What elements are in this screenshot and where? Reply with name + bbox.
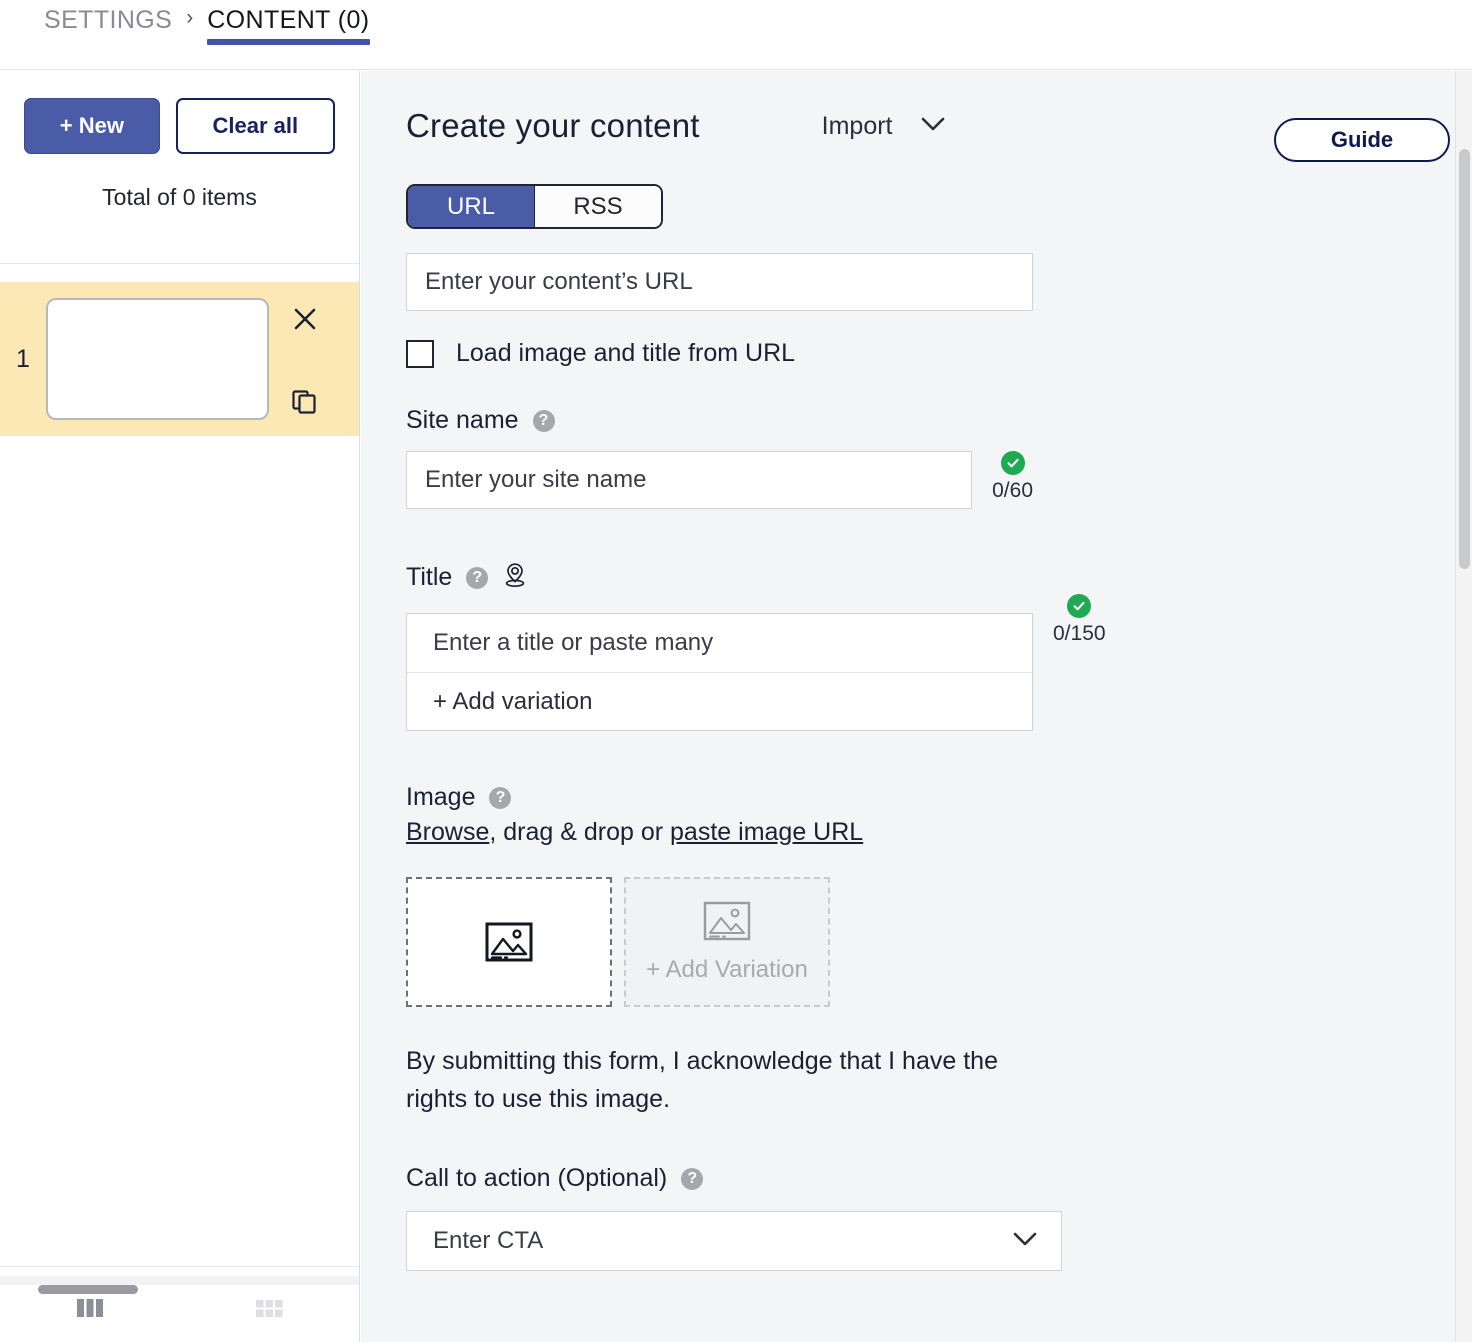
site-name-counter-text: 0/60 bbox=[992, 479, 1033, 503]
load-from-url-row: Load image and title from URL bbox=[406, 339, 1472, 368]
paste-image-url-link[interactable]: paste image URL bbox=[670, 818, 863, 846]
source-type-tabs: URL RSS bbox=[406, 184, 663, 229]
image-add-variation-label: + Add Variation bbox=[646, 956, 808, 984]
title-label: Title bbox=[406, 563, 452, 592]
list-item[interactable]: 1 bbox=[0, 282, 359, 436]
sidebar-header: + New Clear all Total of 0 items bbox=[0, 71, 359, 264]
chevron-down-icon bbox=[919, 115, 947, 138]
sidebar-footer bbox=[0, 1266, 359, 1342]
title-counter-text: 0/150 bbox=[1053, 622, 1106, 646]
cta-label: Call to action (Optional) bbox=[406, 1164, 667, 1193]
title-add-variation-button[interactable]: + Add variation bbox=[407, 672, 1032, 730]
image-dropzone[interactable] bbox=[406, 877, 612, 1007]
content-item-list: 1 bbox=[0, 264, 359, 436]
content-editor-panel: Create your content Import Guide URL RSS… bbox=[361, 71, 1472, 1342]
image-label: Image bbox=[406, 783, 475, 812]
valid-check-icon bbox=[1067, 594, 1091, 618]
title-field-row: Enter a title or paste many + Add variat… bbox=[406, 594, 1472, 731]
total-items-label: Total of 0 items bbox=[24, 184, 335, 211]
sidebar-item-grid-view[interactable] bbox=[180, 1293, 360, 1323]
browse-link[interactable]: Browse bbox=[406, 818, 489, 846]
main-vertical-scrollbar[interactable] bbox=[1455, 71, 1472, 1342]
cta-section: Call to action (Optional) ? Enter CTA bbox=[406, 1164, 1472, 1271]
title-section: Title ? Enter a title or paste many + Ad… bbox=[406, 561, 1472, 731]
location-pin-icon[interactable] bbox=[502, 561, 528, 594]
help-icon[interactable]: ? bbox=[466, 567, 488, 589]
chevron-down-icon bbox=[1011, 1227, 1039, 1255]
breadcrumb-content[interactable]: CONTENT (0) bbox=[207, 6, 369, 45]
sidebar-actions: + New Clear all bbox=[24, 98, 335, 154]
title-label-row: Title ? bbox=[406, 561, 1472, 594]
help-icon[interactable]: ? bbox=[533, 410, 555, 432]
list-item-thumbnail[interactable] bbox=[46, 298, 269, 420]
breadcrumb-separator-icon: › bbox=[186, 6, 193, 40]
sidebar-horizontal-scrollbar[interactable] bbox=[0, 1276, 359, 1285]
tab-url[interactable]: URL bbox=[408, 186, 534, 227]
load-from-url-label: Load image and title from URL bbox=[456, 339, 795, 368]
title-counter: 0/150 bbox=[1053, 594, 1106, 646]
clear-all-button[interactable]: Clear all bbox=[176, 98, 335, 154]
image-placeholder-icon bbox=[702, 900, 752, 942]
tab-rss[interactable]: RSS bbox=[535, 186, 661, 227]
list-item-actions bbox=[269, 298, 341, 420]
breadcrumb-bar: SETTINGS › CONTENT (0) bbox=[0, 0, 1472, 70]
breadcrumb-settings[interactable]: SETTINGS bbox=[44, 6, 172, 45]
cta-label-row: Call to action (Optional) ? bbox=[406, 1164, 1472, 1193]
image-label-row: Image ? bbox=[406, 783, 1472, 812]
grid-view-icon bbox=[252, 1293, 286, 1323]
site-name-section: Site name ? Enter your site name 0/60 bbox=[406, 406, 1472, 509]
load-from-url-checkbox[interactable] bbox=[406, 340, 434, 368]
site-name-counter: 0/60 bbox=[992, 451, 1033, 503]
help-icon[interactable]: ? bbox=[489, 787, 511, 809]
image-add-variation-dropzone[interactable]: + Add Variation bbox=[624, 877, 830, 1007]
image-section: Image ? Browse, drag & drop or paste ima… bbox=[406, 783, 1472, 1118]
image-dropzones: + Add Variation bbox=[406, 877, 1472, 1007]
cta-select[interactable]: Enter CTA bbox=[406, 1211, 1062, 1271]
content-url-input[interactable]: Enter your content’s URL bbox=[406, 253, 1033, 311]
content-editor-body: Create your content Import Guide URL RSS… bbox=[361, 71, 1472, 1271]
content-sidebar: + New Clear all Total of 0 items 1 bbox=[0, 71, 360, 1342]
columns-view-icon bbox=[73, 1293, 107, 1323]
site-name-label-row: Site name ? bbox=[406, 406, 1472, 435]
title-input[interactable]: Enter a title or paste many bbox=[407, 614, 1032, 672]
close-icon[interactable] bbox=[290, 304, 320, 334]
title-input-stack: Enter a title or paste many + Add variat… bbox=[406, 613, 1033, 731]
main-scrollbar-thumb[interactable] bbox=[1459, 149, 1470, 569]
image-rights-disclaimer: By submitting this form, I acknowledge t… bbox=[406, 1043, 1036, 1118]
image-help-line: Browse, drag & drop or paste image URL bbox=[406, 818, 1472, 847]
cta-select-value: Enter CTA bbox=[433, 1227, 543, 1255]
import-dropdown[interactable]: Import bbox=[822, 112, 947, 141]
import-label: Import bbox=[822, 112, 893, 141]
site-name-input[interactable]: Enter your site name bbox=[406, 451, 972, 509]
site-name-field-row: Enter your site name 0/60 bbox=[406, 451, 1033, 509]
valid-check-icon bbox=[1001, 451, 1025, 475]
new-item-button[interactable]: + New bbox=[24, 98, 160, 154]
view-toggle-group bbox=[0, 1293, 359, 1323]
page-title: Create your content bbox=[406, 107, 700, 145]
help-icon[interactable]: ? bbox=[681, 1168, 703, 1190]
image-help-middle: , drag & drop or bbox=[489, 818, 670, 846]
duplicate-icon[interactable] bbox=[290, 386, 320, 416]
image-placeholder-icon bbox=[484, 921, 534, 963]
guide-button[interactable]: Guide bbox=[1274, 118, 1450, 162]
site-name-label: Site name bbox=[406, 406, 519, 435]
list-item-index: 1 bbox=[16, 345, 46, 374]
sidebar-item-columns-view[interactable] bbox=[0, 1293, 180, 1323]
